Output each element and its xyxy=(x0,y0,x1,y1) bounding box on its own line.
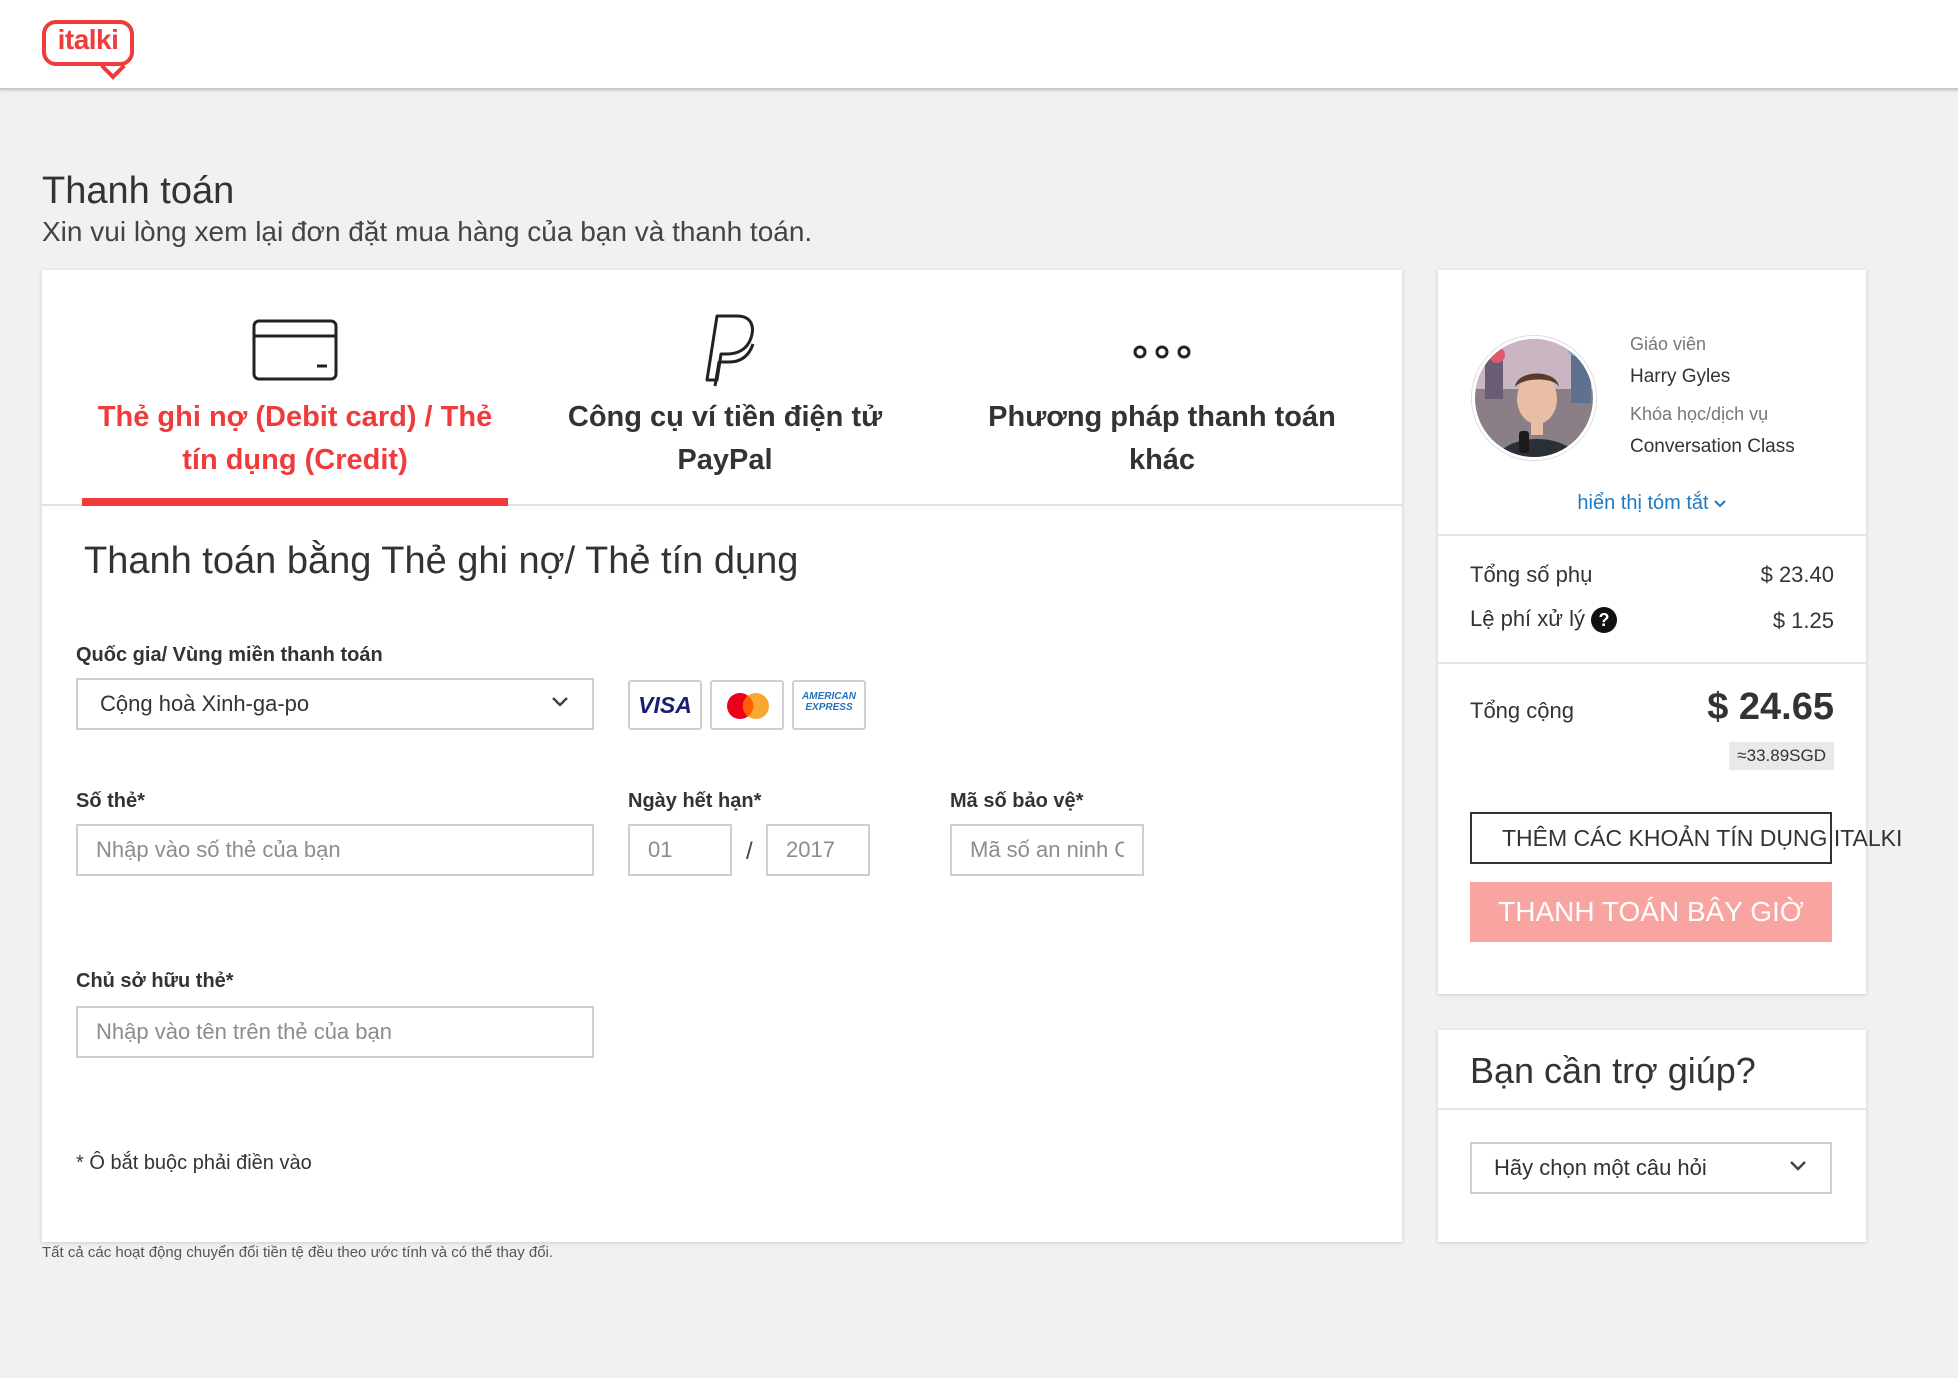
help-question-select[interactable]: Hãy chọn một câu hỏi xyxy=(1470,1142,1832,1194)
more-icon xyxy=(1133,345,1191,359)
mastercard-circles-icon xyxy=(727,693,769,719)
subtotal-label: Tổng số phụ xyxy=(1470,562,1593,587)
logo-text: italki xyxy=(57,24,119,55)
cvv-input[interactable] xyxy=(950,824,1144,876)
show-summary-label: hiển thị tóm tắt xyxy=(1577,492,1709,514)
chevron-down-icon xyxy=(552,697,568,707)
top-navigation-bar: italki xyxy=(0,0,1958,90)
teacher-label: Giáo viên xyxy=(1630,334,1707,354)
active-tab-indicator xyxy=(82,498,508,506)
help-title: Bạn cần trợ giúp? xyxy=(1470,1050,1756,1091)
country-label: Quốc gia/ Vùng miền thanh toán xyxy=(76,644,383,666)
total-divider xyxy=(1438,662,1866,664)
help-select-value: Hãy chọn một câu hỏi xyxy=(1494,1155,1707,1180)
total-sgd-badge: ≈33.89SGD xyxy=(1729,742,1834,770)
teacher-name: Harry Gyles xyxy=(1630,366,1731,387)
pay-now-button[interactable]: THANH TOÁN BÂY GIỜ xyxy=(1470,882,1832,942)
teacher-photo xyxy=(1475,339,1593,457)
tab-other-methods[interactable]: Phương pháp thanh toán khác xyxy=(942,270,1382,506)
visa-text: VISA xyxy=(638,692,692,718)
card-holder-input[interactable] xyxy=(76,1006,594,1058)
visa-logo: VISA xyxy=(628,680,702,730)
required-fields-note: * Ô bắt buộc phải điền vào xyxy=(76,1152,312,1174)
tab-debit-credit-card[interactable]: Thẻ ghi nợ (Debit card) / Thẻ tín dụng (… xyxy=(82,270,508,506)
teacher-avatar xyxy=(1472,336,1596,460)
processing-fee-row: Lệ phí xử lý? xyxy=(1470,606,1618,634)
summary-divider xyxy=(1438,534,1866,536)
payment-card: Thẻ ghi nợ (Debit card) / Thẻ tín dụng (… xyxy=(42,270,1402,1242)
show-summary-link[interactable]: hiển thị tóm tắt xyxy=(1438,492,1866,515)
total-value: $ 24.65 xyxy=(1707,686,1834,728)
card-number-label: Số thẻ* xyxy=(76,790,145,812)
course-label: Khóa học/dịch vụ xyxy=(1630,404,1769,424)
payment-method-tabs: Thẻ ghi nợ (Debit card) / Thẻ tín dụng (… xyxy=(42,270,1402,506)
currency-disclaimer: Tất cả các hoạt động chuyển đổi tiền tệ … xyxy=(42,1244,554,1261)
processing-fee-label: Lệ phí xử lý xyxy=(1470,606,1586,631)
section-title: Thanh toán bằng Thẻ ghi nợ/ Thẻ tín dụng xyxy=(84,540,799,582)
subtotal-value: $ 23.40 xyxy=(1760,562,1834,587)
tab-label: Phương pháp thanh toán khác xyxy=(988,401,1336,476)
country-select[interactable]: Cộng hoà Xinh-ga-po xyxy=(76,678,594,730)
processing-fee-value: $ 1.25 xyxy=(1772,608,1834,633)
country-select-value: Cộng hoà Xinh-ga-po xyxy=(100,691,310,716)
italki-logo[interactable]: italki xyxy=(42,20,136,80)
help-card: Bạn cần trợ giúp? Hãy chọn một câu hỏi xyxy=(1438,1030,1866,1242)
total-label: Tổng cộng xyxy=(1470,698,1574,723)
expiry-year-input[interactable] xyxy=(766,824,870,876)
add-italki-credits-button[interactable]: THÊM CÁC KHOẢN TÍN DỤNG ITALKI xyxy=(1470,812,1902,864)
tab-label: Công cụ ví tiền điện tử PayPal xyxy=(567,401,883,476)
expiry-month-input[interactable] xyxy=(628,824,732,876)
tab-label: Thẻ ghi nợ (Debit card) / Thẻ tín dụng (… xyxy=(97,401,493,476)
card-holder-label: Chủ sở hữu thẻ* xyxy=(76,970,234,992)
question-icon[interactable]: ? xyxy=(1591,607,1618,634)
amex-logo: AMERICAN EXPRESS xyxy=(792,680,866,730)
page-title: Thanh toán xyxy=(42,170,235,212)
mastercard-logo xyxy=(710,680,784,730)
page-subtitle: Xin vui lòng xem lại đơn đặt mua hàng củ… xyxy=(42,216,813,247)
help-divider xyxy=(1438,1108,1866,1110)
order-summary-card: Giáo viên Harry Gyles Khóa học/dịch vụ C… xyxy=(1438,270,1902,994)
paypal-icon xyxy=(705,314,755,387)
chevron-down-icon xyxy=(1713,500,1726,508)
course-name: Conversation Class xyxy=(1630,436,1795,457)
tab-paypal[interactable]: Công cụ ví tiền điện tử PayPal xyxy=(512,270,938,506)
amex-text: AMERICAN EXPRESS xyxy=(802,691,856,713)
credit-card-icon xyxy=(252,319,338,381)
chevron-down-icon xyxy=(1790,1161,1806,1171)
card-number-input[interactable] xyxy=(76,824,594,876)
expiry-date-label: Ngày hết hạn* xyxy=(628,790,762,812)
expiry-separator: / xyxy=(746,838,753,865)
cvv-label: Mã số bảo vệ* xyxy=(950,790,1084,812)
